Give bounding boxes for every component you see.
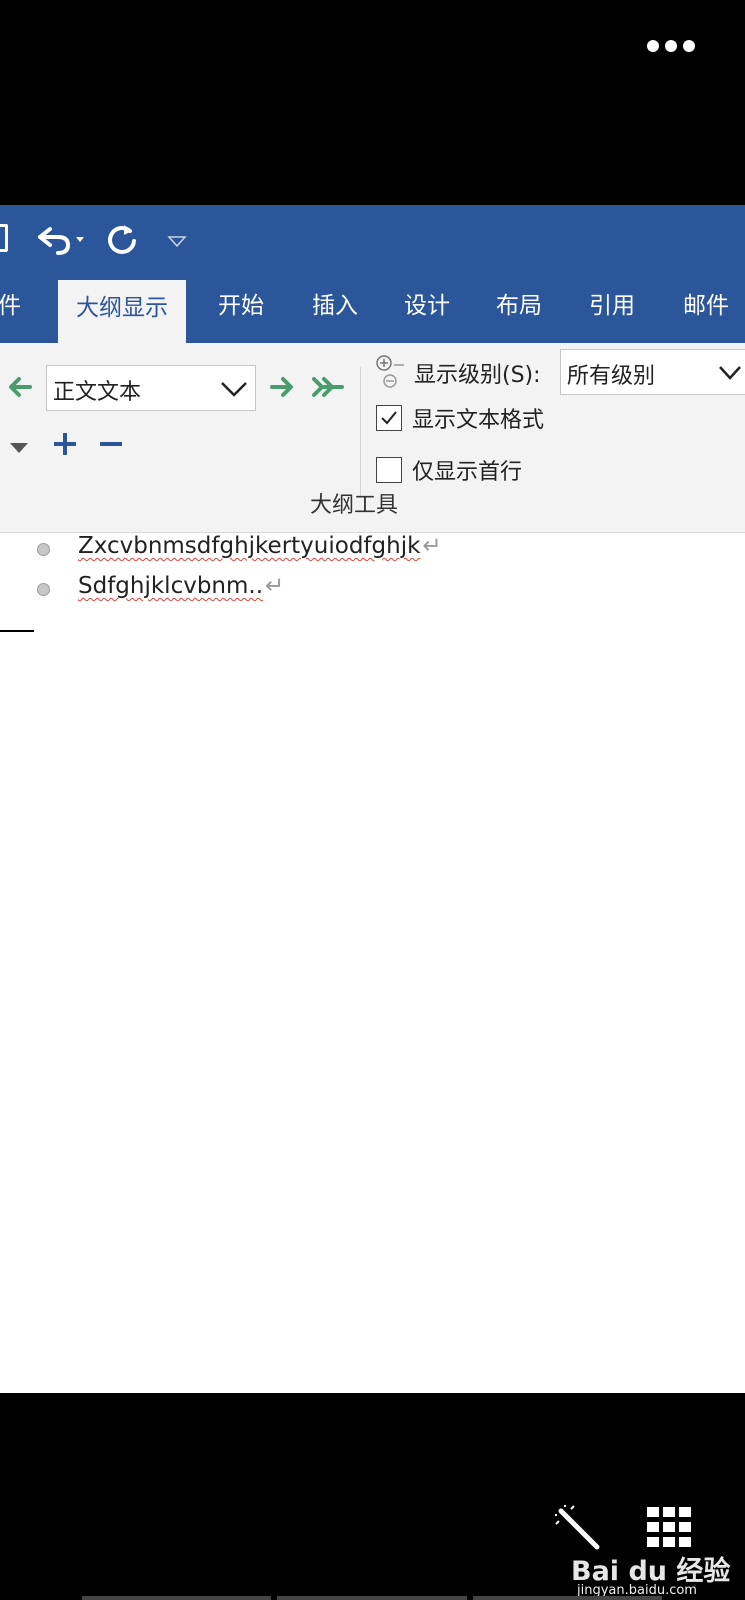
undo-icon[interactable] (32, 223, 92, 257)
document-body[interactable]: Zxcvbnmsdfghjkertyuiodfghjk↵ Sdfghjklcvb… (0, 533, 745, 1393)
show-first-line-option[interactable]: 仅显示首行 (376, 455, 522, 485)
outline-ribbon: 正文文本 显示级别(S): 所有级别 显示文本格式 仅显示首行 大纲工具 (0, 343, 745, 533)
tab-design[interactable]: 设计 (404, 275, 450, 343)
outline-bullet-icon[interactable] (37, 543, 50, 556)
margin-rule (0, 630, 34, 632)
demote-arrow-icon[interactable] (268, 375, 298, 399)
ribbon-divider (360, 367, 361, 497)
move-down-icon[interactable] (8, 441, 30, 455)
show-text-format-checkbox[interactable] (376, 405, 402, 431)
paragraph-text: Zxcvbnmsdfghjkertyuiodfghjk (78, 533, 421, 559)
viewer-bottom-bar: Bai du 经验 jingyan.baidu.com (0, 1393, 745, 1600)
collapse-icon[interactable] (100, 433, 122, 455)
tab-file[interactable]: 件 (0, 275, 21, 343)
show-text-format-option[interactable]: 显示文本格式 (376, 403, 544, 433)
paragraph-text: Sdfghjklcvbnm.. (78, 573, 264, 599)
outline-tools-group-label: 大纲工具 (310, 493, 399, 518)
tab-references[interactable]: 引用 (589, 275, 635, 343)
bottom-strip (82, 1596, 662, 1600)
word-window: 件 大纲显示 开始 插入 设计 布局 引用 邮件 正文文本 显示级别(S): 所… (0, 205, 745, 1393)
tab-outline[interactable]: 大纲显示 (58, 280, 186, 343)
show-level-label: 显示级别(S): (414, 363, 541, 388)
show-first-line-checkbox[interactable] (376, 457, 402, 483)
show-text-format-label: 显示文本格式 (412, 408, 545, 433)
paragraph-mark-icon: ↵ (422, 533, 442, 559)
ribbon-tabs: 件 大纲显示 开始 插入 设计 布局 引用 邮件 (0, 275, 745, 343)
outline-level-value: 正文文本 (53, 380, 142, 405)
viewer-top-bar (0, 0, 745, 205)
show-level-icon (376, 355, 404, 388)
more-options-button[interactable] (647, 38, 695, 54)
baidu-jingyan-watermark: Bai du 经验 jingyan.baidu.com (555, 1505, 730, 1598)
chevron-down-icon (719, 366, 741, 380)
paragraph-mark-icon: ↵ (265, 573, 285, 599)
grid-icon (647, 1507, 691, 1547)
dot-icon (665, 40, 677, 52)
chevron-down-icon (221, 382, 247, 397)
show-first-line-label: 仅显示首行 (412, 460, 523, 485)
magic-wand-icon (555, 1505, 600, 1550)
tab-home[interactable]: 开始 (218, 275, 264, 343)
outline-bullet-icon[interactable] (37, 583, 50, 596)
checkmark-icon (381, 411, 397, 425)
show-level-select[interactable]: 所有级别 (560, 349, 745, 395)
customize-qat-icon[interactable] (166, 229, 188, 251)
tab-mailings[interactable]: 邮件 (683, 275, 729, 343)
quick-access-toolbar (0, 205, 745, 275)
show-level-value: 所有级别 (567, 364, 656, 389)
outline-paragraph[interactable]: Sdfghjklcvbnm..↵ (78, 573, 284, 599)
tab-insert[interactable]: 插入 (312, 275, 358, 343)
dot-icon (647, 40, 659, 52)
outline-paragraph[interactable]: Zxcvbnmsdfghjkertyuiodfghjk↵ (78, 533, 442, 559)
demote-to-body-icon[interactable] (310, 375, 346, 399)
save-icon[interactable] (0, 224, 8, 252)
outline-level-select[interactable]: 正文文本 (46, 365, 256, 411)
promote-arrow-icon[interactable] (6, 375, 34, 399)
dot-icon (683, 40, 695, 52)
tab-layout[interactable]: 布局 (496, 275, 542, 343)
redo-icon[interactable] (104, 221, 140, 257)
expand-icon[interactable] (54, 433, 76, 455)
